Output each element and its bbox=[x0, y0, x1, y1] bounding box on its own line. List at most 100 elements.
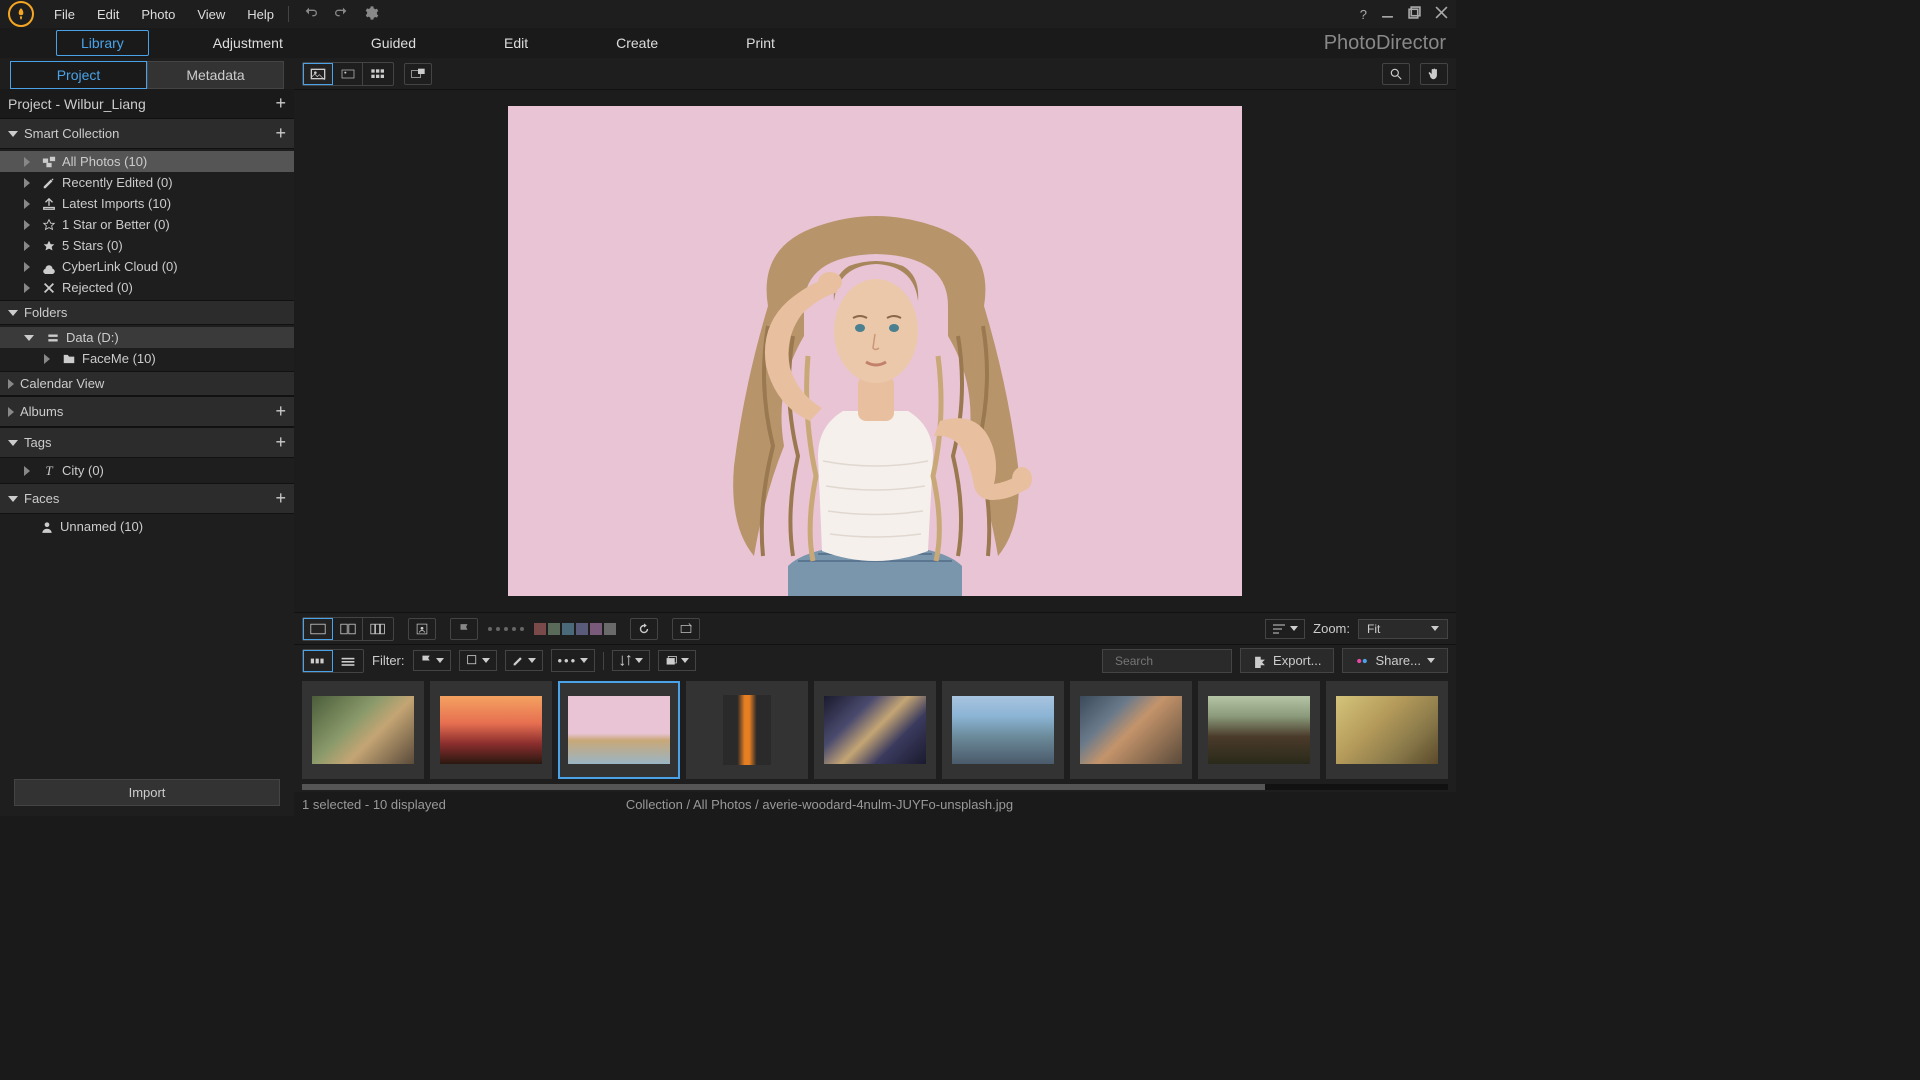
brand-label: PhotoDirector bbox=[1324, 32, 1446, 55]
menu-edit[interactable]: Edit bbox=[97, 7, 119, 22]
layout-split-icon[interactable] bbox=[333, 618, 363, 640]
color-labels[interactable] bbox=[534, 623, 616, 635]
section-faces[interactable]: Faces + bbox=[0, 483, 294, 514]
face-unnamed[interactable]: Unnamed (10) bbox=[0, 516, 294, 537]
filter-edited[interactable] bbox=[505, 650, 543, 671]
status-path: Collection / All Photos / averie-woodard… bbox=[626, 797, 1013, 812]
maximize-icon[interactable] bbox=[1408, 6, 1421, 22]
thumb-list-icon[interactable] bbox=[333, 650, 363, 672]
filter-more[interactable]: ••• bbox=[551, 649, 596, 672]
section-folders[interactable]: Folders bbox=[0, 300, 294, 325]
tab-metadata[interactable]: Metadata bbox=[147, 61, 284, 89]
add-album-icon[interactable]: + bbox=[275, 401, 286, 422]
tag-city[interactable]: T City (0) bbox=[0, 460, 294, 481]
mode-create[interactable]: Create bbox=[592, 31, 682, 55]
section-calendar[interactable]: Calendar View bbox=[0, 371, 294, 396]
smart-icon bbox=[42, 155, 56, 169]
section-smart-collection[interactable]: Smart Collection + bbox=[0, 118, 294, 149]
minimize-icon[interactable] bbox=[1381, 6, 1394, 22]
mode-library[interactable]: Library bbox=[56, 30, 149, 56]
flag-icon[interactable] bbox=[450, 618, 478, 640]
folder-drive[interactable]: Data (D:) bbox=[0, 327, 294, 348]
smart-item-2[interactable]: Latest Imports (10) bbox=[0, 193, 294, 214]
folder-faceme[interactable]: FaceMe (10) bbox=[0, 348, 294, 369]
mode-print[interactable]: Print bbox=[722, 31, 799, 55]
settings-icon[interactable] bbox=[363, 5, 379, 24]
smart-item-0[interactable]: All Photos (10) bbox=[0, 151, 294, 172]
layout-single-icon[interactable] bbox=[303, 618, 333, 640]
mode-adjustment[interactable]: Adjustment bbox=[189, 31, 307, 55]
filter-label-color[interactable] bbox=[459, 650, 497, 671]
crop-icon[interactable] bbox=[672, 618, 700, 640]
tab-project[interactable]: Project bbox=[10, 61, 147, 89]
smart-icon bbox=[42, 176, 56, 190]
view-compare-icon[interactable] bbox=[333, 63, 363, 85]
menu-photo[interactable]: Photo bbox=[141, 7, 175, 22]
redo-icon[interactable] bbox=[333, 5, 349, 24]
layout-multi-icon[interactable] bbox=[363, 618, 393, 640]
app-logo bbox=[8, 1, 34, 27]
menu-file[interactable]: File bbox=[54, 7, 75, 22]
section-albums[interactable]: Albums + bbox=[0, 396, 294, 427]
thumbnail-3[interactable] bbox=[686, 681, 808, 779]
hand-tool-icon[interactable] bbox=[1420, 63, 1448, 85]
sidebar: Project Metadata Project - Wilbur_Liang … bbox=[0, 58, 294, 816]
thumbnail-5[interactable] bbox=[942, 681, 1064, 779]
zoom-label: Zoom: bbox=[1313, 621, 1350, 636]
help-icon[interactable]: ? bbox=[1360, 7, 1367, 22]
filter-label: Filter: bbox=[372, 653, 405, 668]
view-single-icon[interactable] bbox=[303, 63, 333, 85]
mode-edit[interactable]: Edit bbox=[480, 31, 552, 55]
view-grid-icon[interactable] bbox=[363, 63, 393, 85]
thumbnail-7[interactable] bbox=[1198, 681, 1320, 779]
smart-icon bbox=[42, 281, 56, 295]
filter-stack[interactable] bbox=[658, 650, 696, 671]
sort-button[interactable] bbox=[1265, 619, 1305, 639]
add-tag-icon[interactable]: + bbox=[275, 432, 286, 453]
export-button[interactable]: Export... bbox=[1240, 648, 1334, 673]
add-project-icon[interactable]: + bbox=[275, 93, 286, 114]
thumbnail-2[interactable] bbox=[558, 681, 680, 779]
zoom-tool-icon[interactable] bbox=[1382, 63, 1410, 85]
smart-item-1[interactable]: Recently Edited (0) bbox=[0, 172, 294, 193]
filter-flag[interactable] bbox=[413, 650, 451, 671]
undo-icon[interactable] bbox=[303, 5, 319, 24]
menu-view[interactable]: View bbox=[197, 7, 225, 22]
smart-icon bbox=[42, 260, 56, 274]
filmstrip-scrollbar[interactable] bbox=[294, 784, 1456, 792]
close-icon[interactable] bbox=[1435, 6, 1448, 22]
thumbnail-8[interactable] bbox=[1326, 681, 1448, 779]
thumbnail-1[interactable] bbox=[430, 681, 552, 779]
thumbnail-4[interactable] bbox=[814, 681, 936, 779]
smart-item-6[interactable]: Rejected (0) bbox=[0, 277, 294, 298]
smart-icon bbox=[42, 197, 56, 211]
secondary-display-icon[interactable] bbox=[404, 63, 432, 85]
menu-help[interactable]: Help bbox=[247, 7, 274, 22]
photo-viewer[interactable] bbox=[294, 90, 1456, 612]
smart-item-4[interactable]: 5 Stars (0) bbox=[0, 235, 294, 256]
person-icon bbox=[40, 520, 54, 534]
text-icon: T bbox=[42, 464, 56, 478]
thumb-small-icon[interactable] bbox=[303, 650, 333, 672]
share-button[interactable]: Share... bbox=[1342, 648, 1448, 673]
mode-bar: Library Adjustment Guided Edit Create Pr… bbox=[0, 28, 1456, 58]
smart-item-3[interactable]: 1 Star or Better (0) bbox=[0, 214, 294, 235]
search-box[interactable]: ✕ bbox=[1102, 649, 1232, 673]
section-tags[interactable]: Tags + bbox=[0, 427, 294, 458]
smart-item-5[interactable]: CyberLink Cloud (0) bbox=[0, 256, 294, 277]
zoom-select[interactable]: Fit bbox=[1358, 619, 1448, 639]
thumbnail-0[interactable] bbox=[302, 681, 424, 779]
status-selection: 1 selected - 10 displayed bbox=[302, 797, 446, 812]
drive-icon bbox=[46, 331, 60, 345]
filter-sort[interactable] bbox=[612, 650, 650, 671]
add-face-icon[interactable]: + bbox=[275, 488, 286, 509]
rotate-icon[interactable] bbox=[630, 618, 658, 640]
import-button[interactable]: Import bbox=[14, 779, 280, 806]
face-tag-icon[interactable] bbox=[408, 618, 436, 640]
mode-guided[interactable]: Guided bbox=[347, 31, 440, 55]
smart-icon bbox=[42, 239, 56, 253]
folder-icon bbox=[62, 352, 76, 366]
rating-dots[interactable] bbox=[488, 627, 524, 631]
thumbnail-6[interactable] bbox=[1070, 681, 1192, 779]
add-smart-icon[interactable]: + bbox=[275, 123, 286, 144]
